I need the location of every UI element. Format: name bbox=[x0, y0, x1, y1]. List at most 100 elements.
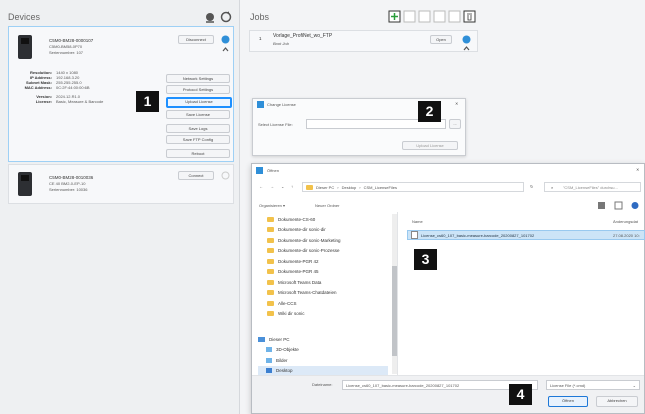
collapse-chevron-icon[interactable] bbox=[463, 46, 470, 51]
tree-pc-item[interactable]: 3D-Objekte bbox=[258, 345, 388, 356]
image-icon bbox=[266, 357, 272, 363]
cancel-button[interactable]: Abbrechen bbox=[596, 396, 638, 407]
tree-folder[interactable]: Wiki dir sonic bbox=[267, 309, 391, 320]
tree-folder[interactable]: Dokumente-CS-60 bbox=[267, 214, 391, 225]
tree-pc[interactable]: Dieser PC bbox=[258, 334, 388, 345]
spec-value: 0C:2F:44:00:00:6B bbox=[56, 85, 90, 90]
device-1-name: C5M0-BM28-0000107 bbox=[49, 38, 94, 43]
search-placeholder: "CSM_LicenseFiles" durchsu... bbox=[563, 185, 618, 190]
step-badge-2: 2 bbox=[418, 101, 441, 122]
desktop-icon bbox=[266, 368, 272, 374]
spec-value: Basic, Measure & Barcode bbox=[56, 99, 104, 104]
filename-value: License_cs60_107_basic-measure-barcode_2… bbox=[346, 383, 460, 388]
organize-menu[interactable]: Organisieren ▾ bbox=[259, 203, 285, 208]
tree-folder[interactable]: Dokumente-PGR 42 bbox=[267, 256, 391, 267]
column-date-header[interactable]: Änderungsdat bbox=[613, 219, 638, 224]
file-dialog-title: Öffnen bbox=[267, 168, 279, 173]
add-device-icon[interactable] bbox=[204, 10, 234, 24]
spec-label: MAC Address: bbox=[24, 85, 52, 90]
file-type-value: License File (*.cmd) bbox=[550, 383, 586, 388]
computer-icon bbox=[258, 336, 265, 342]
import-job-icon[interactable] bbox=[448, 10, 461, 23]
view-icons[interactable] bbox=[597, 201, 641, 210]
chevron-down-icon[interactable]: ⌄ bbox=[281, 184, 284, 189]
folder-icon bbox=[267, 300, 274, 306]
change-license-title: Change License bbox=[267, 102, 296, 107]
device-1-specs: Resolution: 1440 x 1080 IP Address: 192.16… bbox=[22, 70, 132, 104]
file-type-select[interactable]: License File (*.cmd) ⌄ bbox=[546, 380, 640, 390]
wifi-icon bbox=[221, 171, 230, 180]
file-icon bbox=[411, 231, 418, 239]
breadcrumb-desktop[interactable]: Desktop bbox=[342, 185, 357, 190]
browse-button[interactable]: ... bbox=[449, 119, 461, 129]
folder-icon bbox=[267, 248, 274, 254]
protocol-settings-button[interactable]: Protocol Settings bbox=[166, 85, 230, 94]
breadcrumb-folder[interactable]: CSM_LicenseFiles bbox=[364, 185, 397, 190]
export-job-icon[interactable] bbox=[433, 10, 446, 23]
device-2-serial: Seriennumber: 10036 bbox=[49, 187, 88, 192]
folder-icon bbox=[267, 216, 274, 222]
tree-folder[interactable]: Microsoft Teams Data bbox=[267, 277, 391, 288]
edit-job-icon[interactable] bbox=[418, 10, 431, 23]
save-ftp-config-button[interactable]: Save FTP Config bbox=[166, 135, 230, 144]
tree-folder[interactable]: Dokumente-dir sonic-Marketing bbox=[267, 235, 391, 246]
open-button[interactable]: Öffnen bbox=[548, 396, 588, 407]
nav-tree-pc: Dieser PC 3D-Objekte Bilder Desktop bbox=[258, 334, 388, 376]
nav-tree-items: Dokumente-CS-60 Dokumente-dir sonic-dir … bbox=[267, 214, 391, 319]
close-icon[interactable]: ✕ bbox=[636, 167, 639, 172]
status-icon bbox=[462, 35, 471, 44]
network-settings-button[interactable]: Network Settings bbox=[166, 74, 230, 83]
tree-folder[interactable]: Alle-CCS bbox=[267, 298, 391, 309]
back-arrow-icon[interactable]: ← bbox=[259, 184, 263, 189]
column-name-header[interactable]: Name bbox=[412, 219, 423, 224]
save-logs-button[interactable]: Save Logs bbox=[166, 124, 230, 133]
spec-label: License: bbox=[35, 99, 52, 104]
folder-icon bbox=[267, 258, 274, 264]
select-license-label: Select License File: bbox=[258, 122, 293, 127]
upload-license-dialog-button[interactable]: Upload License bbox=[402, 141, 458, 150]
save-license-button[interactable]: Save License bbox=[166, 110, 230, 119]
devices-title: Devices bbox=[8, 12, 41, 22]
tree-folder[interactable]: Dokumente-dir sonic-dir bbox=[267, 225, 391, 236]
tree-folder[interactable]: Dokumente-PGR 45 bbox=[267, 267, 391, 278]
copy-job-icon[interactable] bbox=[403, 10, 416, 23]
job-sub: Boot Job bbox=[273, 41, 289, 46]
close-icon[interactable]: ✕ bbox=[455, 101, 458, 106]
folder-icon bbox=[267, 290, 274, 296]
delete-job-icon[interactable] bbox=[463, 10, 476, 23]
device-card-2[interactable] bbox=[8, 164, 234, 204]
device-1-model: C5M0-BM58-0P70 bbox=[49, 44, 83, 49]
file-name: License_cs60_107_basic-measure-barcode_2… bbox=[421, 232, 535, 238]
address-bar[interactable]: Dieser PC › Desktop › CSM_LicenseFiles bbox=[302, 182, 524, 192]
reboot-button[interactable]: Reboot bbox=[166, 149, 230, 158]
folder-icon bbox=[267, 227, 274, 233]
open-job-button[interactable]: Open bbox=[430, 35, 452, 44]
tree-folder[interactable]: Microsoft Teams-Chatdateien bbox=[267, 288, 391, 299]
search-icon: ⌕ bbox=[551, 185, 554, 190]
up-arrow-icon[interactable]: ↑ bbox=[291, 184, 293, 189]
tree-folder[interactable]: Dokumente-dir sonic-Prozesse bbox=[267, 246, 391, 257]
disconnect-button[interactable]: Disconnect bbox=[178, 35, 214, 44]
connect-button[interactable]: Connect bbox=[178, 171, 214, 180]
filename-label: Dateiname: bbox=[312, 382, 333, 387]
folder-icon bbox=[267, 311, 274, 317]
tree-scrollbar[interactable] bbox=[392, 214, 397, 374]
folder-icon bbox=[306, 184, 313, 190]
tree-pc-item[interactable]: Bilder bbox=[258, 355, 388, 366]
search-input[interactable]: "CSM_LicenseFiles" durchsu... ⌕ bbox=[544, 182, 641, 192]
refresh-icon[interactable]: ↻ bbox=[530, 184, 533, 189]
step-badge-4: 4 bbox=[509, 384, 532, 405]
forward-arrow-icon[interactable]: → bbox=[270, 184, 274, 189]
folder-icon bbox=[267, 279, 274, 285]
new-folder-button[interactable]: Neuer Ordner bbox=[315, 203, 339, 208]
upload-license-button[interactable]: Upload License bbox=[166, 97, 232, 108]
device-2-model: CE 40 BM2-0-EP-10 bbox=[49, 181, 86, 186]
device-1-serial: Seriennumber: 107 bbox=[49, 50, 84, 55]
app-icon bbox=[256, 167, 263, 174]
cube-icon bbox=[266, 347, 272, 353]
breadcrumb-pc[interactable]: Dieser PC bbox=[316, 185, 334, 190]
jobs-toolbar bbox=[388, 10, 478, 28]
add-job-icon[interactable] bbox=[388, 10, 401, 23]
collapse-chevron-icon[interactable] bbox=[222, 47, 229, 52]
file-row[interactable]: License_cs60_107_basic-measure-barcode_2… bbox=[407, 230, 645, 240]
